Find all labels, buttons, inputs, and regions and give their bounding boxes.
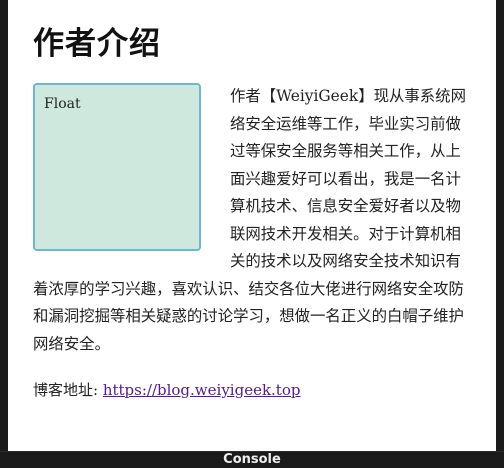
float-box: Float (33, 83, 201, 251)
blog-label: 博客地址: (33, 381, 103, 399)
article: 作者介绍 Float 作者【WeiyiGeek】现从事系统网络安全运维等工作，毕业… (33, 0, 473, 402)
float-box-label: Float (44, 96, 81, 112)
blog-link[interactable]: https://blog.weiyigeek.top (103, 381, 301, 399)
page-title: 作者介绍 (33, 26, 161, 62)
blog-line: 博客地址: https://blog.weiyigeek.top (33, 378, 473, 402)
preview-frame: 作者介绍 Float 作者【WeiyiGeek】现从事系统网络安全运维等工作，毕业… (8, 0, 496, 452)
intro-paragraph: Float 作者【WeiyiGeek】现从事系统网络安全运维等工作，毕业实习前做过… (33, 83, 473, 358)
console-toggle-bar[interactable]: Console (0, 451, 504, 468)
